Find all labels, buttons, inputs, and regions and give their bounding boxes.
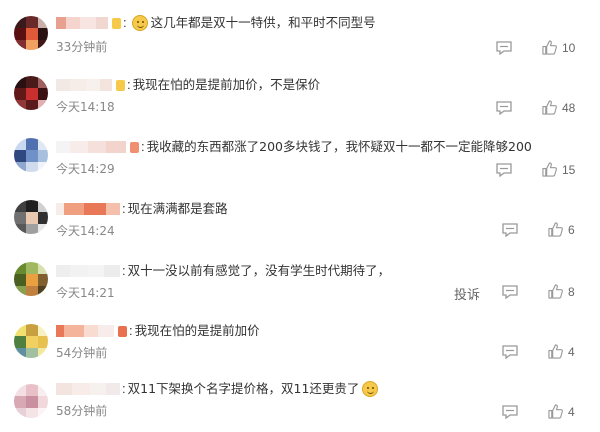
comment-time: 58分钟前 xyxy=(56,404,108,418)
comment-icon[interactable] xyxy=(502,345,518,359)
worried-emoji-icon xyxy=(362,381,379,397)
comment-icon[interactable] xyxy=(502,285,518,299)
username-blurred[interactable] xyxy=(56,203,120,215)
username-blurred[interactable] xyxy=(56,383,120,395)
comment-time: 今天14:24 xyxy=(56,224,115,238)
like-count: 6 xyxy=(568,223,575,237)
comment-item: : 我收藏的东西都涨了200多块钱了，我怀疑双十一都不一定能降够200 今天14… xyxy=(0,132,600,192)
comment-item: : 这几年都是双十一特供，和平时不同型号 33分钟前 xyxy=(0,6,600,66)
comment-header: : 我收藏的东西都涨了200多块钱了，我怀疑双十一都不一定能降够200 xyxy=(56,138,532,156)
avatar[interactable] xyxy=(14,138,48,172)
report-link[interactable]: 投诉 xyxy=(454,284,480,303)
comment-text: 双11下架换个名字提价格，双11还更贵了 xyxy=(127,381,360,396)
comment-header: : 这几年都是双十一特供，和平时不同型号 xyxy=(56,14,376,32)
vip-badge-icon xyxy=(116,79,125,91)
comment-text: 我现在怕的是提前加价 xyxy=(134,323,260,338)
avatar[interactable] xyxy=(14,76,48,110)
thumbs-up-icon[interactable] xyxy=(542,162,557,177)
username-blurred[interactable] xyxy=(56,265,120,277)
vip-badge-icon xyxy=(112,17,121,29)
comment-text: 我现在怕的是提前加价，不是保价 xyxy=(132,77,321,92)
comment-icon[interactable] xyxy=(502,223,518,237)
thumbs-up-icon[interactable] xyxy=(548,222,563,237)
thumbs-up-icon[interactable] xyxy=(542,100,557,115)
avatar[interactable] xyxy=(14,324,48,358)
comment-header: : 我现在怕的是提前加价 xyxy=(56,322,260,340)
thumbs-up-icon[interactable] xyxy=(548,404,563,419)
like-count: 4 xyxy=(568,405,575,419)
like-count: 48 xyxy=(562,101,576,115)
username-blurred[interactable] xyxy=(56,79,112,91)
comment-time: 33分钟前 xyxy=(56,40,108,54)
thumbs-up-icon[interactable] xyxy=(548,344,563,359)
avatar[interactable] xyxy=(14,200,48,234)
username-blurred[interactable] xyxy=(56,17,108,29)
comment-time: 今天14:18 xyxy=(56,100,115,114)
comment-time: 54分钟前 xyxy=(56,346,108,360)
comment-time: 今天14:21 xyxy=(56,286,115,300)
thumbs-up-icon[interactable] xyxy=(542,40,557,55)
comment-header: : 现在满满都是套路 xyxy=(56,200,228,218)
comment-icon[interactable] xyxy=(496,101,512,115)
comment-icon[interactable] xyxy=(502,405,518,419)
comment-item: : 我现在怕的是提前加价，不是保价 今天14:18 xyxy=(0,70,600,130)
comment-text: 我收藏的东西都涨了200多块钱了，我怀疑双十一都不一定能降够200 xyxy=(146,139,532,154)
comment-text: 双十一没以前有感觉了，没有学生时代期待了， xyxy=(127,263,391,278)
comment-text: 现在满满都是套路 xyxy=(127,201,228,216)
comment-header: : 双11下架换个名字提价格，双11还更贵了 xyxy=(56,380,381,398)
like-count: 15 xyxy=(562,163,576,177)
like-count: 10 xyxy=(562,41,576,55)
thumbs-up-icon[interactable] xyxy=(548,284,563,299)
level-badge-icon xyxy=(130,141,139,153)
avatar[interactable] xyxy=(14,16,48,50)
comment-icon[interactable] xyxy=(496,163,512,177)
comment-header: : 双十一没以前有感觉了，没有学生时代期待了， xyxy=(56,262,390,280)
smile-emoji-icon xyxy=(131,15,148,31)
comment-time: 今天14:29 xyxy=(56,162,115,176)
comment-list: : 这几年都是双十一特供，和平时不同型号 33分钟前 : 我现在怕的是提前加价，… xyxy=(0,0,600,432)
username-blurred[interactable] xyxy=(56,141,126,153)
avatar[interactable] xyxy=(14,384,48,418)
avatar[interactable] xyxy=(14,262,48,296)
comment-icon[interactable] xyxy=(496,41,512,55)
comment-header: : 我现在怕的是提前加价，不是保价 xyxy=(56,76,320,94)
like-count: 4 xyxy=(568,345,575,359)
username-blurred[interactable] xyxy=(56,325,114,337)
like-count: 8 xyxy=(568,285,575,299)
comment-text: 这几年都是双十一特供，和平时不同型号 xyxy=(150,15,376,30)
level-badge-icon xyxy=(118,325,127,337)
